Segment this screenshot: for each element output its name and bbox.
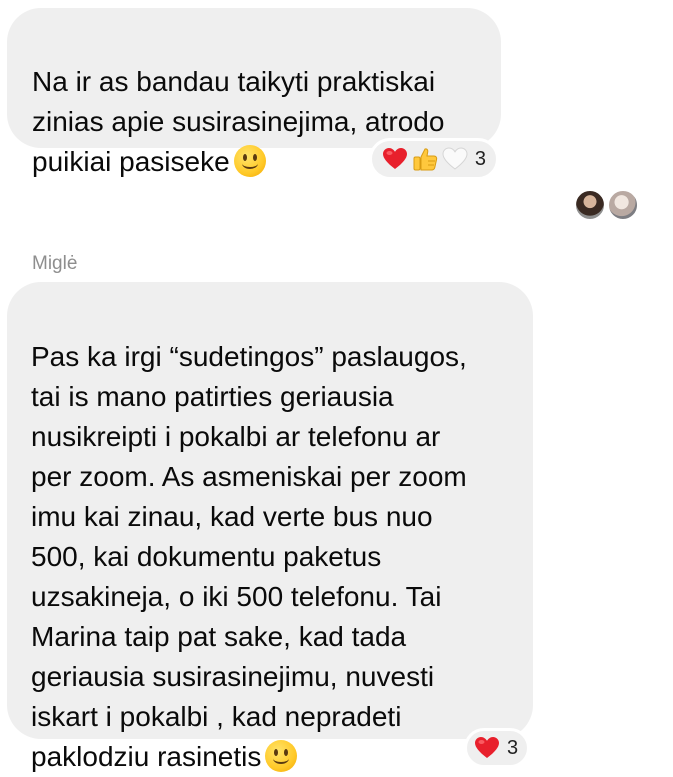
white-heart-icon — [441, 145, 469, 173]
message-bubble[interactable]: Na ir as bandau taikyti praktiskai zinia… — [7, 8, 501, 177]
thumbs-up-icon — [411, 145, 439, 173]
reactions-bar[interactable]: 3 — [464, 728, 530, 768]
reactions-bar[interactable]: 3 — [369, 138, 499, 180]
slightly-smiling-face-icon — [233, 145, 266, 177]
reaction-count: 3 — [474, 147, 486, 170]
sender-name: Miglė — [32, 253, 78, 274]
red-heart-icon — [381, 145, 409, 173]
slightly-smiling-face-icon — [265, 740, 298, 772]
red-heart-icon — [473, 734, 501, 762]
message-bubble[interactable]: Pas ka irgi “sudetingos” paslaugos, tai … — [7, 282, 533, 772]
reaction-count: 3 — [507, 736, 519, 759]
seen-by-avatar[interactable] — [574, 189, 606, 221]
message-text: Pas ka irgi “sudetingos” paslaugos, tai … — [31, 341, 467, 772]
seen-by-avatar[interactable] — [607, 189, 639, 221]
